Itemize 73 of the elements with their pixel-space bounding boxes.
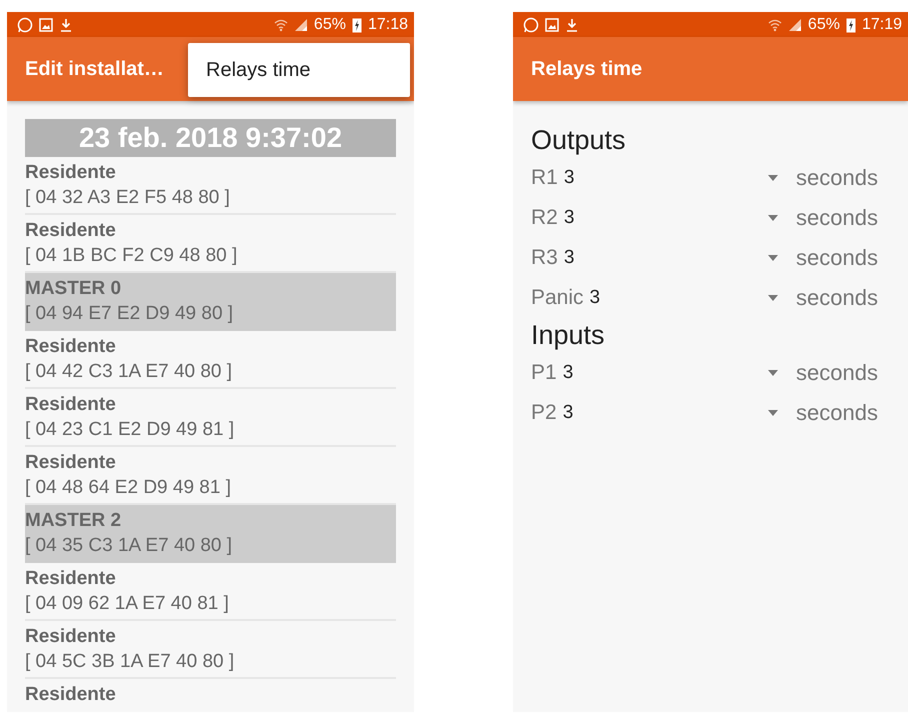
dropdown-caret-icon xyxy=(768,175,778,181)
unit-label: seconds xyxy=(796,285,878,311)
item-name: Residente xyxy=(25,393,117,417)
battery-charging-icon xyxy=(352,16,362,32)
item-id: [ 04 32 A3 E2 F5 48 80 ] xyxy=(25,186,231,210)
list-item[interactable]: Residente [ 04 32 A3 E2 F5 48 80 ] xyxy=(25,157,396,215)
value-dropdown[interactable]: 3 xyxy=(564,207,796,229)
item-name: Residente xyxy=(25,219,117,243)
image-icon xyxy=(39,18,53,32)
relay-label: P2 xyxy=(531,401,557,425)
chat-bubble-icon xyxy=(17,16,33,32)
relay-label: P1 xyxy=(531,361,557,385)
download-icon xyxy=(565,18,579,32)
value-dropdown[interactable]: 3 xyxy=(564,247,796,269)
battery-percent: 65% xyxy=(314,16,346,34)
item-id: [ 04 23 C1 E2 D9 49 81 ] xyxy=(25,418,236,442)
dropdown-caret-icon xyxy=(768,410,778,416)
section-heading: Outputs xyxy=(531,125,627,156)
list-item[interactable]: Residente xyxy=(25,679,396,710)
list-item[interactable]: MASTER 2 [ 04 35 C3 1A E7 40 80 ] xyxy=(25,505,396,563)
app-bar-title: Relays time xyxy=(531,58,642,80)
section-heading: Inputs xyxy=(531,320,606,351)
list-item[interactable]: Residente [ 04 42 C3 1A E7 40 80 ] xyxy=(25,331,396,389)
wifi-icon xyxy=(274,18,288,32)
unit-label: seconds xyxy=(796,245,878,271)
clock-time: 17:19 xyxy=(862,16,902,34)
item-name: Residente xyxy=(25,567,117,591)
menu-item[interactable]: Relays time xyxy=(188,43,410,97)
item-id: [ 04 35 C3 1A E7 40 80 ] xyxy=(25,534,234,558)
item-id: [ 04 09 62 1A E7 40 81 ] xyxy=(25,592,230,616)
value-dropdown[interactable]: 3 xyxy=(590,287,796,309)
download-icon xyxy=(59,18,73,32)
list-item[interactable]: Residente [ 04 23 C1 E2 D9 49 81 ] xyxy=(25,389,396,447)
relay-label: R2 xyxy=(531,206,558,230)
item-name: Residente xyxy=(25,161,117,185)
item-id: [ 04 1B BC F2 C9 48 80 ] xyxy=(25,244,238,268)
list-item[interactable]: Residente [ 04 5C 3B 1A E7 40 80 ] xyxy=(25,621,396,679)
dropdown-caret-icon xyxy=(768,255,778,261)
item-name: MASTER 0 xyxy=(25,277,122,301)
unit-label: seconds xyxy=(796,205,878,231)
battery-charging-icon xyxy=(846,16,856,32)
date-header: 23 feb. 2018 9:37:02 xyxy=(25,119,396,157)
item-name: Residente xyxy=(25,625,117,649)
item-name: MASTER 2 xyxy=(25,509,122,533)
list-item[interactable]: Residente [ 04 09 62 1A E7 40 81 ] xyxy=(25,563,396,621)
relay-label: R3 xyxy=(531,246,558,270)
unit-label: seconds xyxy=(796,165,878,191)
item-id: [ 04 5C 3B 1A E7 40 80 ] xyxy=(25,650,236,674)
clock-time: 17:18 xyxy=(368,16,408,34)
wifi-icon xyxy=(768,18,782,32)
value-dropdown[interactable]: 3 xyxy=(564,167,796,189)
dropdown-caret-icon xyxy=(768,370,778,376)
item-id: [ 04 42 C3 1A E7 40 80 ] xyxy=(25,360,234,384)
item-name: Residente xyxy=(25,683,117,707)
value-dropdown[interactable]: 3 xyxy=(562,402,796,424)
item-name: Residente xyxy=(25,451,117,475)
image-icon xyxy=(545,18,559,32)
item-name: Residente xyxy=(25,335,117,359)
unit-label: seconds xyxy=(796,400,878,426)
app-bar-title: Edit installat… xyxy=(25,58,164,80)
signal-icon xyxy=(294,18,308,32)
relay-label: Panic xyxy=(531,286,584,310)
battery-percent: 65% xyxy=(808,16,840,34)
signal-icon xyxy=(788,18,802,32)
list-item[interactable]: MASTER 0 [ 04 94 E7 E2 D9 49 80 ] xyxy=(25,273,396,331)
chat-bubble-icon xyxy=(523,16,539,32)
relay-label: R1 xyxy=(531,166,558,190)
unit-label: seconds xyxy=(796,360,878,386)
item-id: [ 04 48 64 E2 D9 49 81 ] xyxy=(25,476,232,500)
value-dropdown[interactable]: 3 xyxy=(562,362,796,384)
dropdown-caret-icon xyxy=(768,295,778,301)
dropdown-caret-icon xyxy=(768,215,778,221)
item-id: [ 04 94 E7 E2 D9 49 80 ] xyxy=(25,302,234,326)
